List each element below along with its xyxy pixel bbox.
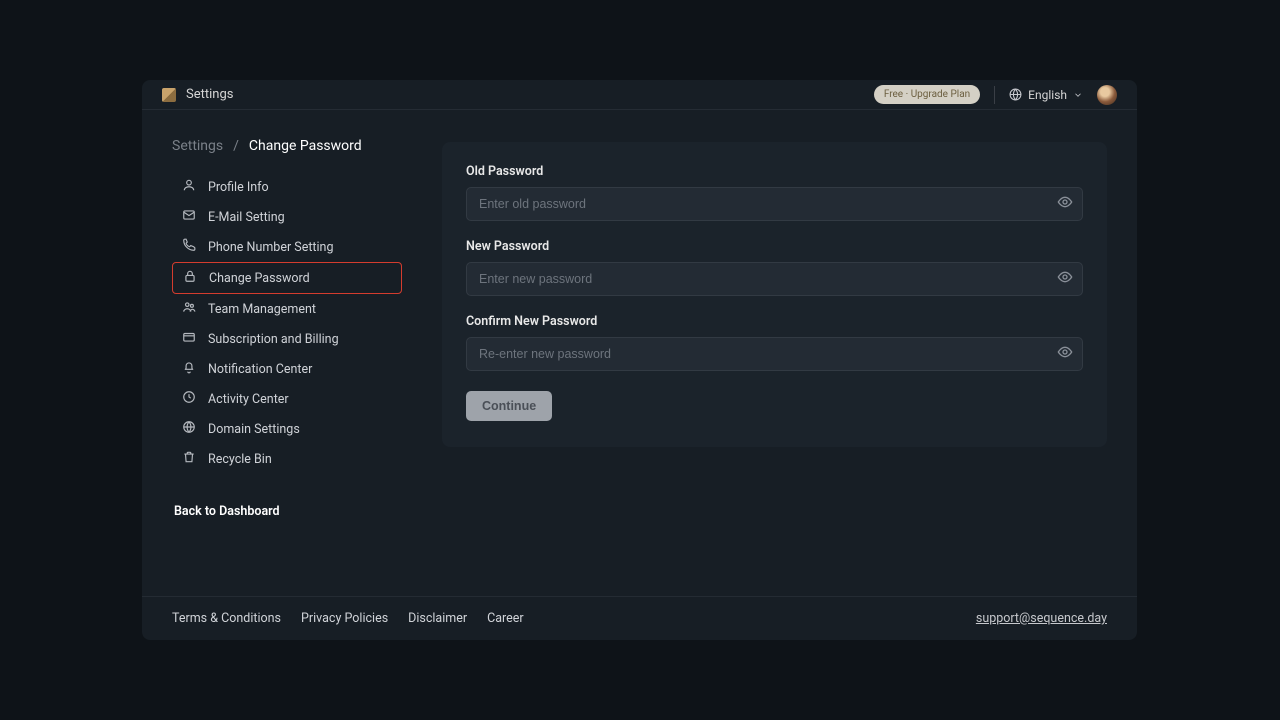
divider bbox=[994, 86, 995, 104]
avatar[interactable] bbox=[1097, 85, 1117, 105]
sidebar-item-email-setting[interactable]: E-Mail Setting bbox=[172, 202, 402, 232]
sidebar-item-label: Activity Center bbox=[208, 392, 289, 407]
breadcrumb-current: Change Password bbox=[249, 138, 362, 154]
sidebar-item-subscription-billing[interactable]: Subscription and Billing bbox=[172, 324, 402, 354]
old-password-label: Old Password bbox=[466, 164, 1083, 179]
sidebar-item-domain-settings[interactable]: Domain Settings bbox=[172, 414, 402, 444]
app-logo-icon bbox=[162, 88, 176, 102]
new-password-label: New Password bbox=[466, 239, 1083, 254]
sidebar-item-profile-info[interactable]: Profile Info bbox=[172, 172, 402, 202]
breadcrumb-root[interactable]: Settings bbox=[172, 138, 223, 154]
app-window: Settings Free · Upgrade Plan English Set… bbox=[142, 80, 1137, 640]
new-password-input[interactable] bbox=[466, 262, 1083, 296]
bell-icon bbox=[182, 360, 196, 378]
sidebar-item-label: Recycle Bin bbox=[208, 452, 272, 467]
eye-icon[interactable] bbox=[1057, 194, 1073, 214]
confirm-password-field: Confirm New Password bbox=[466, 314, 1083, 371]
breadcrumb-separator: / bbox=[233, 138, 239, 154]
new-password-field: New Password bbox=[466, 239, 1083, 296]
globe-icon bbox=[1009, 88, 1022, 101]
clock-icon bbox=[182, 390, 196, 408]
footer-link-disclaimer[interactable]: Disclaimer bbox=[408, 611, 467, 626]
sidebar-item-label: E-Mail Setting bbox=[208, 210, 285, 225]
sidebar-item-label: Notification Center bbox=[208, 362, 312, 377]
globe-icon bbox=[182, 420, 196, 438]
sidebar-item-label: Domain Settings bbox=[208, 422, 300, 437]
footer-link-privacy[interactable]: Privacy Policies bbox=[301, 611, 388, 626]
settings-nav: Profile Info E-Mail Setting Phone Number… bbox=[172, 172, 402, 474]
sidebar-item-label: Subscription and Billing bbox=[208, 332, 339, 347]
chevron-down-icon bbox=[1073, 90, 1083, 100]
billing-icon bbox=[182, 330, 196, 348]
sidebar-item-activity-center[interactable]: Activity Center bbox=[172, 384, 402, 414]
sidebar-item-change-password[interactable]: Change Password bbox=[172, 262, 402, 294]
old-password-field: Old Password bbox=[466, 164, 1083, 221]
support-email-link[interactable]: support@sequence.day bbox=[976, 611, 1107, 626]
footer-link-terms[interactable]: Terms & Conditions bbox=[172, 611, 281, 626]
sidebar-item-phone-number[interactable]: Phone Number Setting bbox=[172, 232, 402, 262]
topbar: Settings Free · Upgrade Plan English bbox=[142, 80, 1137, 110]
confirm-password-label: Confirm New Password bbox=[466, 314, 1083, 329]
footer-link-career[interactable]: Career bbox=[487, 611, 524, 626]
trash-icon bbox=[182, 450, 196, 468]
topbar-title: Settings bbox=[186, 87, 233, 102]
body: Settings / Change Password Profile Info … bbox=[142, 110, 1137, 596]
language-label: English bbox=[1028, 88, 1067, 102]
phone-icon bbox=[182, 238, 196, 256]
sidebar-item-label: Change Password bbox=[209, 271, 310, 286]
breadcrumb: Settings / Change Password bbox=[172, 138, 402, 154]
main-content: Old Password New Password Confirm New Pa… bbox=[442, 138, 1107, 596]
eye-icon[interactable] bbox=[1057, 269, 1073, 289]
left-column: Settings / Change Password Profile Info … bbox=[172, 138, 402, 596]
sidebar-item-label: Phone Number Setting bbox=[208, 240, 333, 255]
upgrade-plan-pill[interactable]: Free · Upgrade Plan bbox=[874, 85, 980, 104]
back-to-dashboard-link[interactable]: Back to Dashboard bbox=[172, 504, 402, 519]
sidebar-item-team-management[interactable]: Team Management bbox=[172, 294, 402, 324]
eye-icon[interactable] bbox=[1057, 344, 1073, 364]
sidebar-item-recycle-bin[interactable]: Recycle Bin bbox=[172, 444, 402, 474]
sidebar-item-label: Profile Info bbox=[208, 180, 269, 195]
mail-icon bbox=[182, 208, 196, 226]
language-selector[interactable]: English bbox=[1009, 88, 1083, 102]
sidebar-item-label: Team Management bbox=[208, 302, 316, 317]
continue-button[interactable]: Continue bbox=[466, 391, 552, 421]
old-password-input[interactable] bbox=[466, 187, 1083, 221]
footer: Terms & Conditions Privacy Policies Disc… bbox=[142, 596, 1137, 640]
user-icon bbox=[182, 178, 196, 196]
footer-links: Terms & Conditions Privacy Policies Disc… bbox=[172, 611, 524, 626]
team-icon bbox=[182, 300, 196, 318]
confirm-password-input[interactable] bbox=[466, 337, 1083, 371]
change-password-card: Old Password New Password Confirm New Pa… bbox=[442, 142, 1107, 447]
sidebar-item-notification-center[interactable]: Notification Center bbox=[172, 354, 402, 384]
lock-icon bbox=[183, 269, 197, 287]
